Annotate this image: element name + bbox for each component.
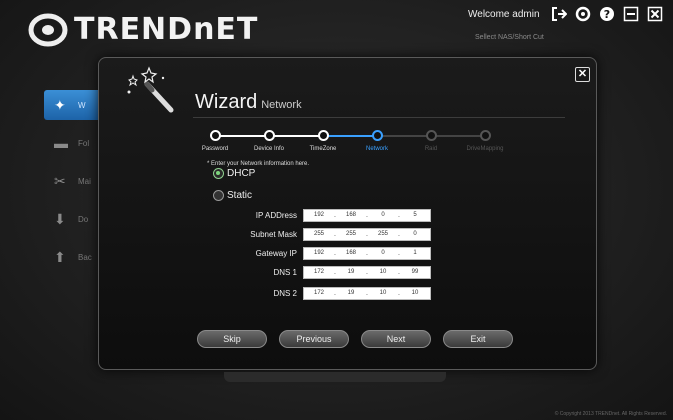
wizard-progress: Password Device Info TimeZone Network Ra… (202, 130, 547, 154)
wizard-dialog: ✕ Wizard Network Password Device Info Ti… (98, 57, 597, 370)
step-dot (425, 130, 437, 141)
step-network: Network (347, 130, 407, 152)
dns1-label: DNS 1 (273, 267, 297, 277)
welcome-text: Welcome admin (468, 9, 540, 20)
ip-address-label: IP ADDress (255, 210, 297, 220)
octet-input[interactable]: 10 (368, 288, 398, 299)
skip-button[interactable]: Skip (197, 330, 267, 348)
wizard-title: Wizard Network (195, 91, 302, 113)
bg-menu-item-backup[interactable]: ⬆ Bac (44, 242, 104, 272)
step-dot (209, 130, 221, 141)
bg-menu-item-maintenance[interactable]: ✂ Mai (44, 166, 104, 196)
octet-input[interactable]: 255 (336, 229, 366, 240)
octet-input[interactable]: 168 (336, 248, 366, 259)
help-icon[interactable]: ? (599, 6, 615, 22)
octet-input[interactable]: 192 (304, 248, 334, 259)
dhcp-option[interactable]: DHCP (213, 168, 255, 179)
ip-address-input[interactable]: 192. 168. 0. 5 (303, 208, 431, 222)
copyright-text: © Copyright 2013 TRENDnet. All Rights Re… (554, 411, 667, 417)
gateway-ip-input[interactable]: 192. 168. 0. 1 (303, 246, 431, 260)
bg-menu-item-download[interactable]: ⬇ Do (44, 204, 104, 234)
divider (193, 117, 565, 118)
subnet-mask-label: Subnet Mask (250, 229, 297, 239)
bg-menu-item-folder[interactable]: ▬ Fol (44, 128, 104, 158)
folder-icon: ▬ (54, 135, 68, 151)
dns1-row: DNS 1 172. 19. 10. 99 (219, 265, 431, 279)
dialog-close-button[interactable]: ✕ (575, 67, 590, 82)
dns2-label: DNS 2 (273, 288, 297, 298)
background-panel-edge (224, 372, 446, 382)
subnet-mask-row: Subnet Mask 255. 255. 255. 0 (219, 227, 431, 241)
dns1-input[interactable]: 172. 19. 10. 99 (303, 265, 431, 279)
octet-input[interactable]: 10 (368, 267, 398, 278)
backup-icon: ⬆ (54, 249, 66, 265)
octet-input[interactable]: 172 (304, 288, 334, 299)
step-dot (263, 130, 275, 141)
logo-text: TRENDnET (74, 12, 259, 47)
step-dot (317, 130, 329, 141)
octet-input[interactable]: 19 (336, 267, 366, 278)
subnet-mask-input[interactable]: 255. 255. 255. 0 (303, 227, 431, 241)
octet-input[interactable]: 0 (368, 210, 398, 221)
octet-input[interactable]: 168 (336, 210, 366, 221)
octet-input[interactable]: 0 (368, 248, 398, 259)
wizard-buttons: Skip Previous Next Exit (197, 330, 513, 348)
next-button[interactable]: Next (361, 330, 431, 348)
exit-button[interactable]: Exit (443, 330, 513, 348)
octet-input[interactable]: 10 (400, 288, 430, 299)
step-device-info: Device Info (239, 130, 299, 152)
instruction-text: * Enter your Network information here. (207, 161, 310, 167)
step-dot (479, 130, 491, 141)
logout-icon[interactable] (551, 6, 568, 22)
dns2-input[interactable]: 172. 19. 10. 10 (303, 286, 431, 300)
magic-wand-icon (119, 64, 179, 114)
octet-input[interactable]: 255 (368, 229, 398, 240)
octet-input[interactable]: 192 (304, 210, 334, 221)
download-icon: ⬇ (54, 211, 66, 227)
dhcp-label: DHCP (227, 168, 256, 179)
logo-mark-icon (28, 13, 68, 47)
octet-input[interactable]: 5 (400, 210, 430, 221)
octet-input[interactable]: 255 (304, 229, 334, 240)
close-icon[interactable] (647, 6, 663, 22)
octet-input[interactable]: 99 (400, 267, 430, 278)
minimize-icon[interactable] (623, 6, 639, 22)
svg-text:?: ? (604, 8, 610, 21)
step-password: Password (185, 130, 245, 152)
step-timezone: TimeZone (293, 130, 353, 152)
trendnet-logo: TRENDnET (28, 12, 258, 47)
background-menu: ✦ W ▬ Fol ✂ Mai ⬇ Do ⬆ Bac (44, 90, 104, 280)
wizard-subtitle: Network (261, 99, 302, 111)
ip-address-row: IP ADDress 192. 168. 0. 5 (219, 208, 431, 222)
previous-button[interactable]: Previous (279, 330, 349, 348)
tools-icon: ✂ (54, 173, 66, 189)
bg-menu-item-wizard[interactable]: ✦ W (44, 90, 104, 120)
octet-input[interactable]: 172 (304, 267, 334, 278)
octet-input[interactable]: 1 (400, 248, 430, 259)
static-radio[interactable] (213, 190, 224, 201)
dhcp-radio[interactable] (213, 168, 224, 179)
step-drivemapping: DriveMapping (455, 130, 515, 152)
step-dot (371, 130, 383, 141)
gateway-ip-row: Gateway IP 192. 168. 0. 1 (219, 246, 431, 260)
settings-icon[interactable] (575, 6, 591, 22)
octet-input[interactable]: 0 (400, 229, 430, 240)
static-option[interactable]: Static (213, 190, 252, 201)
gateway-ip-label: Gateway IP (255, 248, 297, 258)
dns2-row: DNS 2 172. 19. 10. 10 (219, 286, 431, 300)
shortcut-link[interactable]: Sellect NAS/Short Cut (475, 34, 544, 41)
static-label: Static (227, 190, 253, 201)
step-raid: Raid (401, 130, 461, 152)
wand-icon: ✦ (54, 97, 66, 113)
octet-input[interactable]: 19 (336, 288, 366, 299)
